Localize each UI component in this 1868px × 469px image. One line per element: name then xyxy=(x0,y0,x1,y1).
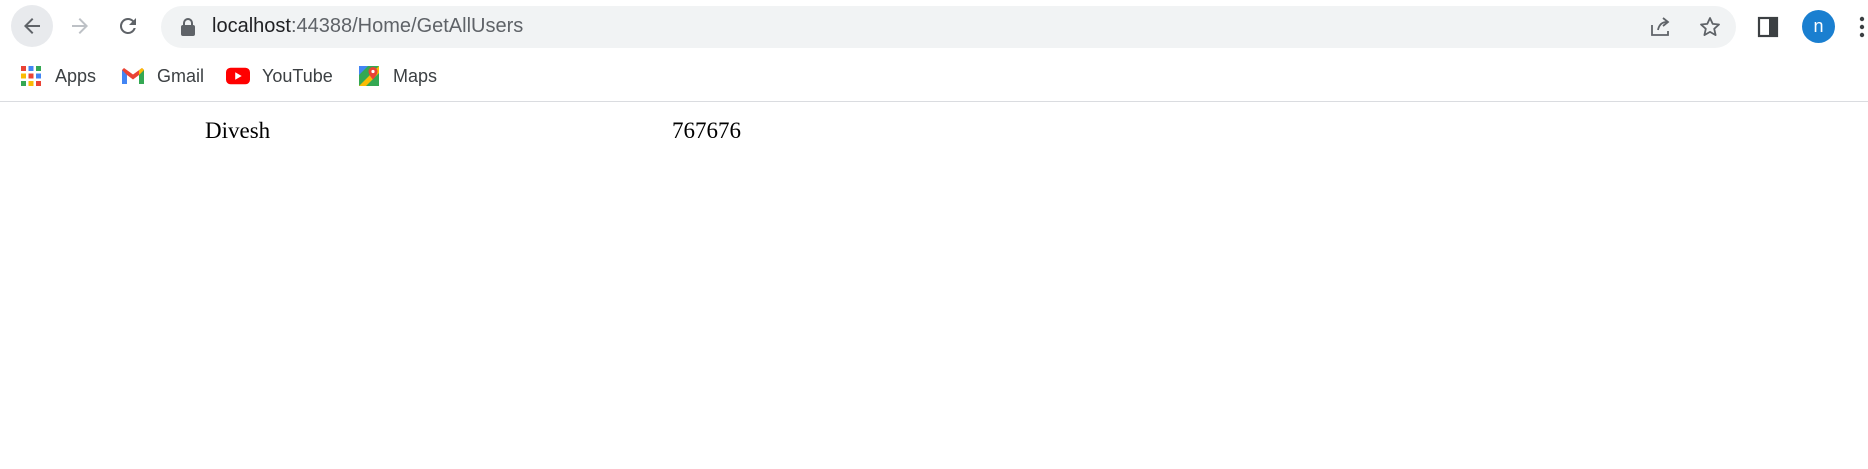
bookmark-label: Apps xyxy=(55,65,97,86)
bookmarks-bar: Apps Gmail YouTube Maps xyxy=(0,52,1868,102)
star-icon xyxy=(1700,17,1720,36)
reload-button[interactable] xyxy=(107,5,149,47)
url-host: localhost xyxy=(212,15,291,37)
arrow-right-icon xyxy=(72,18,88,34)
bookmark-maps[interactable]: Maps xyxy=(357,62,437,90)
share-button[interactable] xyxy=(1647,14,1673,40)
apps-grid-icon xyxy=(19,64,43,88)
bookmark-gmail[interactable]: Gmail xyxy=(121,62,204,90)
bookmark-label: Gmail xyxy=(157,65,205,86)
reload-icon xyxy=(119,17,136,34)
share-icon xyxy=(1651,17,1670,36)
back-button[interactable] xyxy=(11,5,53,47)
bookmark-apps[interactable]: Apps xyxy=(19,62,96,90)
bookmark-youtube[interactable]: YouTube xyxy=(226,62,333,90)
url-text[interactable]: localhost:44388/Home/GetAllUsers xyxy=(212,13,523,39)
user-phone-cell: 767676 xyxy=(672,118,741,143)
user-name-cell: Divesh xyxy=(205,118,271,143)
youtube-icon xyxy=(226,64,250,88)
avatar-initial: n xyxy=(1813,16,1824,36)
browser-toolbar: localhost:44388/Home/GetAllUsers n xyxy=(0,0,1868,52)
forward-button[interactable] xyxy=(59,5,101,47)
bookmark-label: Maps xyxy=(393,65,438,86)
lock-icon[interactable] xyxy=(180,17,196,37)
gmail-icon xyxy=(121,64,145,88)
bookmark-label: YouTube xyxy=(262,65,333,86)
kebab-menu-icon[interactable] xyxy=(1855,12,1868,42)
profile-avatar[interactable]: n xyxy=(1802,10,1835,43)
side-panel-button[interactable] xyxy=(1755,14,1781,40)
page-content: Divesh 767676 xyxy=(0,102,1868,469)
maps-icon xyxy=(357,64,381,88)
arrow-left-icon xyxy=(24,18,40,34)
url-path: :44388/Home/GetAllUsers xyxy=(290,15,524,37)
side-panel-icon xyxy=(1757,16,1779,38)
bookmark-star-button[interactable] xyxy=(1697,14,1723,40)
